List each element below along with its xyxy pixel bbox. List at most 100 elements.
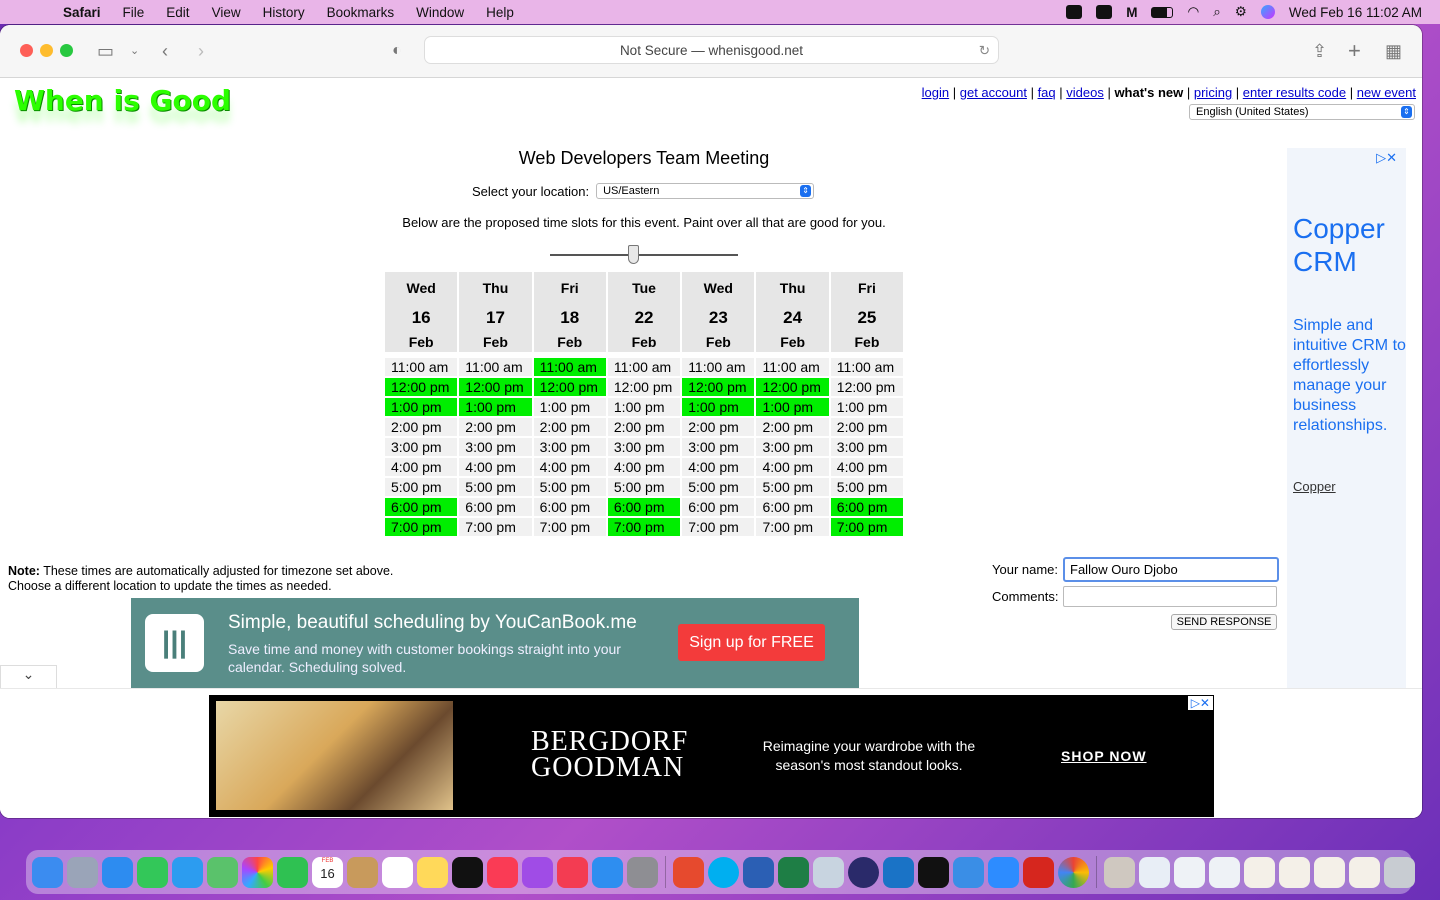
time-slot[interactable]: 7:00 pm [607, 518, 681, 536]
time-slot[interactable]: 2:00 pm [756, 418, 829, 436]
menu-app-safari[interactable]: Safari [52, 5, 112, 20]
bergdorf-goodman-ad[interactable]: BERGDORF GOODMAN Reimagine your wardrobe… [209, 695, 1214, 817]
time-slot[interactable]: 4:00 pm [756, 458, 829, 476]
minimize-window-button[interactable] [40, 44, 53, 57]
link-pricing[interactable]: pricing [1194, 85, 1232, 100]
maximize-window-button[interactable] [60, 44, 73, 57]
menu-help[interactable]: Help [475, 5, 525, 20]
apple-tv-icon[interactable] [452, 856, 483, 888]
menu-history[interactable]: History [252, 5, 316, 20]
time-slot[interactable]: 4:00 pm [385, 458, 458, 476]
time-slot[interactable]: 7:00 pm [459, 518, 532, 536]
time-slot[interactable]: 12:00 pm [756, 378, 829, 396]
tab-overview-icon[interactable]: ▦ [1385, 39, 1402, 63]
time-slot[interactable]: 4:00 pm [607, 458, 681, 476]
recent-document-icon[interactable] [1279, 856, 1310, 888]
wifi-icon[interactable]: ◠ [1187, 4, 1199, 20]
news-icon[interactable] [557, 856, 588, 888]
status-app-icon[interactable] [1066, 5, 1083, 19]
sidebar-toggle-icon[interactable]: ▭ [97, 39, 114, 63]
recent-document-icon[interactable] [1139, 856, 1170, 888]
powerpoint-icon[interactable] [673, 856, 704, 888]
time-slot[interactable]: 7:00 pm [533, 518, 606, 536]
time-slot[interactable]: 7:00 pm [682, 518, 755, 536]
name-input[interactable]: Fallow Ouro Djobo [1063, 557, 1280, 582]
time-slot[interactable]: 5:00 pm [385, 478, 458, 496]
link-enter-results-code[interactable]: enter results code [1243, 85, 1346, 100]
trash-icon[interactable] [1384, 856, 1415, 888]
language-select[interactable]: English (United States) ⇕ [1189, 104, 1415, 120]
close-window-button[interactable] [20, 44, 33, 57]
collapse-ad-chevron-icon[interactable]: ⌄ [0, 665, 57, 688]
ad-choices-close-icon[interactable]: ▷✕ [1187, 696, 1213, 710]
time-slot[interactable]: 11:00 am [385, 358, 458, 376]
reminders-icon[interactable] [382, 856, 413, 888]
status-check-icon[interactable] [1096, 5, 1113, 19]
time-slot[interactable]: 1:00 pm [830, 398, 904, 416]
time-slot[interactable]: 12:00 pm [607, 378, 681, 396]
skype-icon[interactable] [708, 856, 739, 888]
eclipse-icon[interactable] [848, 856, 879, 888]
ad-headline[interactable]: Copper CRM [1293, 212, 1406, 278]
back-arrow-icon[interactable]: ‹ [162, 39, 168, 63]
time-slot[interactable]: 5:00 pm [756, 478, 829, 496]
photos-icon[interactable] [242, 856, 273, 888]
time-slot[interactable]: 7:00 pm [756, 518, 829, 536]
link-videos[interactable]: videos [1066, 85, 1104, 100]
time-slot[interactable]: 6:00 pm [533, 498, 606, 516]
time-slot[interactable]: 1:00 pm [682, 398, 755, 416]
time-slot[interactable]: 6:00 pm [830, 498, 904, 516]
system-preferences-icon[interactable] [627, 856, 658, 888]
menu-file[interactable]: File [112, 5, 156, 20]
zoom-icon[interactable] [988, 856, 1019, 888]
terminal-icon[interactable] [918, 856, 949, 888]
siri-icon[interactable] [1260, 5, 1275, 19]
time-slot[interactable]: 3:00 pm [682, 438, 755, 456]
time-slot[interactable]: 12:00 pm [459, 378, 532, 396]
shop-now-link[interactable]: SHOP NOW [1061, 748, 1147, 764]
ycb-signup-button[interactable]: Sign up for FREE [678, 624, 825, 661]
preview-icon[interactable] [813, 856, 844, 888]
share-icon[interactable]: ⇪ [1312, 39, 1327, 63]
finder-icon[interactable] [32, 856, 63, 888]
recent-document-icon[interactable] [1244, 856, 1275, 888]
youcanbook-ad[interactable]: ||| Simple, beautiful scheduling by YouC… [131, 598, 859, 688]
time-slot[interactable]: 11:00 am [830, 358, 904, 376]
menubar-clock[interactable]: Wed Feb 16 11:02 AM [1289, 5, 1422, 20]
time-slot[interactable]: 7:00 pm [385, 518, 458, 536]
acrobat-icon[interactable] [1023, 856, 1054, 888]
time-slot[interactable]: 12:00 pm [385, 378, 458, 396]
time-slot[interactable]: 3:00 pm [533, 438, 606, 456]
facetime-icon[interactable] [277, 856, 308, 888]
copper-crm-ad[interactable]: ▷✕ Copper CRM Simple and intuitive CRM t… [1287, 148, 1406, 688]
time-slot[interactable]: 5:00 pm [830, 478, 904, 496]
time-slot[interactable]: 5:00 pm [607, 478, 681, 496]
time-slot[interactable]: 2:00 pm [607, 418, 681, 436]
reload-icon[interactable]: ↻ [979, 37, 990, 64]
launchpad-icon[interactable] [67, 856, 98, 888]
outlook-icon[interactable] [883, 856, 914, 888]
time-slot[interactable]: 1:00 pm [385, 398, 458, 416]
spotlight-search-icon[interactable]: ⌕ [1213, 4, 1221, 20]
mail-icon[interactable] [172, 856, 203, 888]
time-slot[interactable]: 12:00 pm [682, 378, 755, 396]
time-slot[interactable]: 11:00 am [607, 358, 681, 376]
menu-window[interactable]: Window [405, 5, 475, 20]
app-store-icon[interactable] [592, 856, 623, 888]
time-slot[interactable]: 11:00 am [682, 358, 755, 376]
contacts-icon[interactable] [347, 856, 378, 888]
time-slot[interactable]: 2:00 pm [533, 418, 606, 436]
time-slot[interactable]: 1:00 pm [756, 398, 829, 416]
time-slot[interactable]: 1:00 pm [533, 398, 606, 416]
zoom-slider-thumb[interactable] [628, 245, 639, 264]
time-slot[interactable]: 12:00 pm [533, 378, 606, 396]
location-select[interactable]: US/Eastern ⇕ [596, 183, 815, 199]
link-new-event[interactable]: new event [1357, 85, 1416, 100]
sidebar-chevron-down-icon[interactable]: ⌄ [130, 39, 139, 63]
site-logo[interactable]: When is Good [14, 84, 231, 117]
excel-icon[interactable] [778, 856, 809, 888]
time-slot[interactable]: 5:00 pm [459, 478, 532, 496]
recent-document-icon[interactable] [1349, 856, 1380, 888]
link-get-account[interactable]: get account [960, 85, 1027, 100]
recent-document-icon[interactable] [1209, 856, 1240, 888]
